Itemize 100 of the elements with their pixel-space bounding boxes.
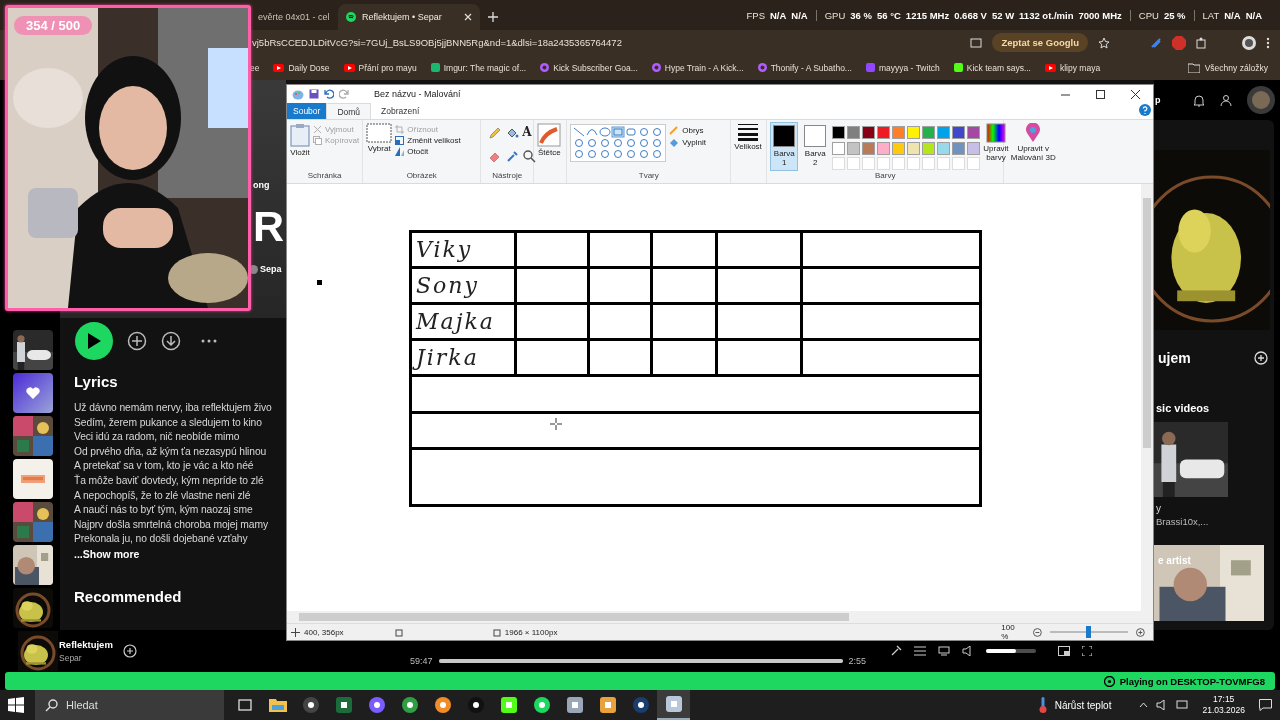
app-icon[interactable] <box>631 696 650 714</box>
app-icon[interactable] <box>565 696 584 714</box>
all-bookmarks-link[interactable]: Všechny záložky <box>1204 62 1268 73</box>
vertical-scrollbar[interactable] <box>1141 184 1153 611</box>
bookmark-link[interactable]: Kick Subscriber Goa... <box>553 62 638 73</box>
edit-colors-button[interactable]: Upravit barvy <box>983 122 1009 171</box>
color-swatch[interactable] <box>877 141 891 155</box>
color-swatch[interactable] <box>952 126 966 139</box>
search-field[interactable]: Hledat <box>35 690 224 720</box>
bookmark-link[interactable]: mayyya - Twitch <box>878 62 940 73</box>
add-icon[interactable] <box>1254 351 1268 365</box>
install-link[interactable]: p <box>1155 95 1161 105</box>
profile-icon[interactable] <box>1242 35 1256 50</box>
app-icon[interactable] <box>367 696 386 714</box>
color-swatch[interactable] <box>832 141 846 155</box>
fullscreen-icon[interactable] <box>1082 646 1092 656</box>
avatar-icon[interactable] <box>1246 86 1275 114</box>
color-swatch[interactable] <box>907 126 921 139</box>
new-tab-icon[interactable] <box>488 12 498 22</box>
color-swatch[interactable] <box>877 126 891 139</box>
color-swatch[interactable] <box>847 126 861 139</box>
color-swatch[interactable] <box>967 126 981 139</box>
color-swatch[interactable] <box>937 141 951 155</box>
bookmark-link[interactable]: ee <box>250 62 260 73</box>
app-icon[interactable] <box>664 695 683 713</box>
app-icon[interactable] <box>334 696 353 714</box>
color-swatch[interactable] <box>847 141 861 155</box>
app-icon[interactable] <box>499 696 518 714</box>
show-more-link[interactable]: ...Show more <box>74 547 286 560</box>
rotate-button[interactable]: Otočit <box>395 147 461 156</box>
bookmark-link[interactable]: klipy maya <box>1060 62 1101 73</box>
fill-icon[interactable] <box>505 126 520 140</box>
resize-button[interactable]: Změnit velikost <box>395 136 461 145</box>
adblock-icon[interactable] <box>1172 35 1186 50</box>
zoom-in-icon[interactable] <box>1136 627 1145 637</box>
star-icon[interactable] <box>1098 36 1110 49</box>
app-icon[interactable] <box>598 696 617 714</box>
more-icon[interactable] <box>201 339 217 343</box>
track-title[interactable]: Reflektujem <box>59 639 113 650</box>
size-button[interactable]: Velikost <box>734 122 762 183</box>
paint-3d-button[interactable]: Upravit v Malování 3D <box>1007 122 1060 183</box>
file-menu-button[interactable]: Soubor <box>287 103 327 119</box>
browser-tab[interactable]: Reflektujem • Separ <box>338 4 480 30</box>
fill-button[interactable]: Vyplnit <box>669 137 706 147</box>
device-icon[interactable] <box>938 646 950 656</box>
mini-player-icon[interactable] <box>1058 646 1070 656</box>
color-swatch[interactable] <box>862 141 876 155</box>
paste-button[interactable]: Vložit <box>290 122 310 171</box>
bookmark-link[interactable]: Imgur: The magic of... <box>443 62 527 73</box>
browser-tab[interactable]: evěrte 04x01 - cel <box>250 4 338 30</box>
maximize-icon[interactable] <box>1096 89 1105 99</box>
color-swatch[interactable] <box>937 126 951 139</box>
network-icon[interactable] <box>1176 700 1189 710</box>
add-icon[interactable] <box>127 331 147 351</box>
color-swatch[interactable] <box>892 126 906 139</box>
friends-icon[interactable] <box>1218 93 1233 107</box>
shape-gallery[interactable] <box>570 124 667 162</box>
color-swatch[interactable] <box>832 126 846 139</box>
chevron-icon[interactable] <box>1139 702 1149 708</box>
ask-google-button[interactable]: Zeptat se Googlu <box>992 33 1088 52</box>
volume-slider[interactable] <box>986 649 1036 653</box>
bookmark-link[interactable]: Přání pro mayu <box>358 62 417 73</box>
bookmark-link[interactable]: Daily Dose <box>288 62 330 73</box>
brushes-button[interactable]: Štětce <box>537 122 562 183</box>
select-button[interactable]: Vybrat <box>366 122 393 171</box>
app-icon[interactable] <box>466 696 485 714</box>
app-icon[interactable] <box>433 696 452 714</box>
color-swatch[interactable] <box>922 141 936 155</box>
undo-icon[interactable] <box>324 89 334 99</box>
volume-icon[interactable] <box>962 646 974 656</box>
menu-icon[interactable] <box>1266 36 1270 49</box>
help-icon[interactable] <box>1139 104 1151 116</box>
app-icon[interactable] <box>532 696 551 714</box>
add-icon[interactable] <box>122 644 137 658</box>
color-swatch[interactable] <box>892 141 906 155</box>
color-swatch[interactable] <box>952 141 966 155</box>
outline-button[interactable]: Obrys <box>669 125 706 135</box>
color-swatch[interactable] <box>922 126 936 139</box>
track-artist[interactable]: Separ <box>59 653 113 663</box>
extension-icon[interactable] <box>1150 36 1162 49</box>
color-swatch[interactable] <box>907 141 921 155</box>
zoom-out-icon[interactable] <box>1033 627 1043 637</box>
bookmark-link[interactable]: Hype Train - A Kick... <box>664 62 744 73</box>
cast-icon[interactable] <box>970 37 983 48</box>
color-swatch[interactable] <box>862 126 876 139</box>
app-icon[interactable] <box>301 696 320 714</box>
folder-icon[interactable] <box>268 698 287 712</box>
bookmark-link[interactable]: Kick team says... <box>966 62 1031 73</box>
start-icon[interactable] <box>8 697 24 713</box>
color-swatch[interactable] <box>967 141 981 155</box>
queue-icon[interactable] <box>914 646 926 656</box>
address-field[interactable]: vj5bRsCCEDJLDitVcG?si=7GUj_BsLS9OBj5jjBNN5Rg&nd=1&dlsi=18a2435365764472 <box>252 37 622 48</box>
ribbon-tab[interactable]: Domů <box>326 103 372 119</box>
task-view-icon[interactable] <box>236 698 253 712</box>
artist-name[interactable]: Sepa <box>260 264 282 274</box>
close-icon[interactable] <box>1131 89 1140 99</box>
color-picker-icon[interactable] <box>505 148 520 163</box>
app-icon[interactable] <box>400 696 419 714</box>
notification-icon[interactable] <box>1259 699 1272 711</box>
play-button[interactable] <box>75 322 113 360</box>
